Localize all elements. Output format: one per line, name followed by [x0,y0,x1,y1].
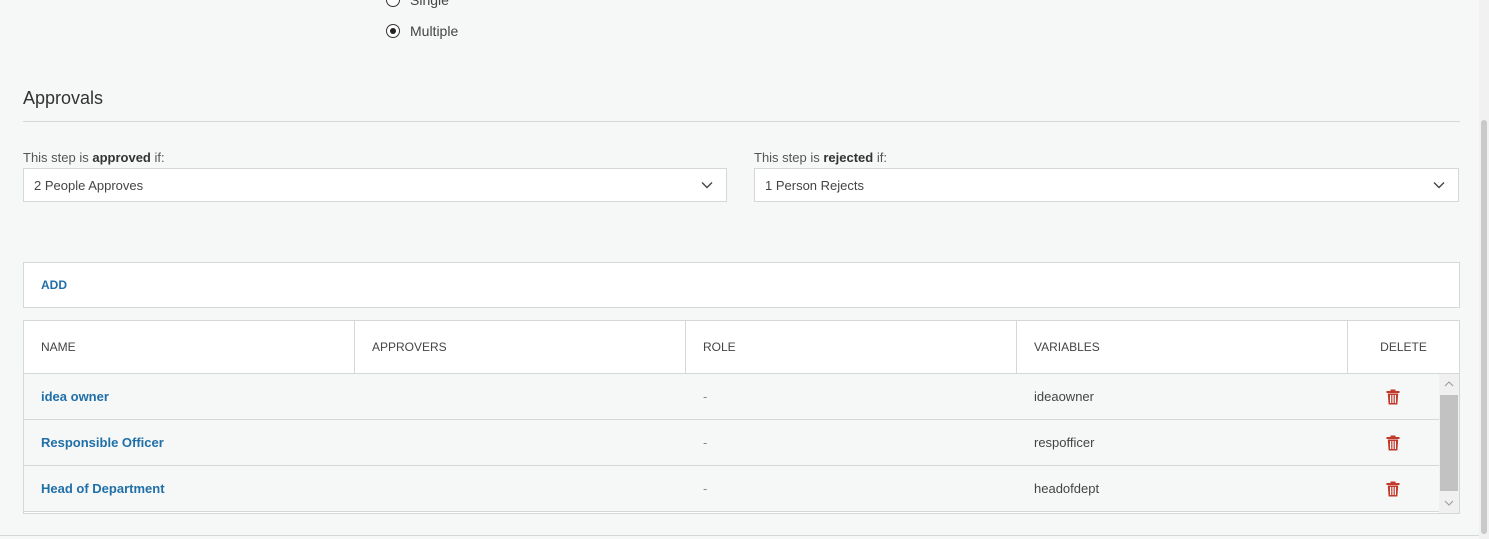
approved-condition-value: 2 People Approves [34,177,144,193]
role-cell: - [703,435,708,450]
table-body: idea owner - ideaowner Responsible Offic… [24,374,1459,513]
radio-multiple-option[interactable]: Multiple [386,23,458,39]
radio-multiple-button[interactable] [386,24,400,38]
approved-label-bold: approved [92,150,151,165]
table-row: Head of Department - headofdept [24,466,1459,512]
approver-name-link[interactable]: Head of Department [24,466,355,511]
table-scrollbar-thumb[interactable] [1440,395,1458,491]
chevron-down-icon[interactable] [700,178,714,192]
rejected-condition-select[interactable]: 1 Person Rejects [754,168,1459,202]
approved-label-suffix: if: [150,150,165,165]
approvers-cell [355,466,686,511]
scroll-up-button[interactable] [1439,374,1459,394]
table-scrollbar[interactable] [1439,374,1459,513]
column-header-delete: DELETE [1380,340,1427,354]
scroll-down-button[interactable] [1439,493,1459,513]
radio-single-option[interactable]: Single [386,0,449,8]
radio-single-button[interactable] [386,0,400,7]
approvers-cell [355,374,686,419]
bottom-divider [0,535,1479,536]
approved-condition-label: This step is approved if: [23,150,165,165]
approvers-cell [355,420,686,465]
column-header-variables[interactable]: VARIABLES [1017,321,1348,373]
table-row: Responsible Officer - respofficer [24,420,1459,466]
column-header-approvers[interactable]: APPROVERS [355,321,686,373]
section-divider [23,121,1460,122]
approved-condition-select[interactable]: 2 People Approves [23,168,727,202]
chevron-down-icon[interactable] [1432,178,1446,192]
chevron-up-icon[interactable] [1443,378,1455,390]
rejected-label-bold: rejected [823,150,874,165]
approved-label-prefix: This step is [23,150,93,165]
variables-cell: headofdept [1034,481,1100,496]
variables-cell: ideaowner [1034,389,1094,404]
approvals-section-title: Approvals [23,88,104,108]
rejected-label-suffix: if: [873,150,887,165]
radio-multiple-label: Multiple [410,23,459,39]
page-scrollbar-thumb[interactable] [1481,120,1487,534]
table-row: idea owner - ideaowner [24,374,1459,420]
rejected-condition-label: This step is rejected if: [754,150,887,165]
add-approver-bar: ADD [23,262,1460,308]
trash-icon[interactable] [1386,435,1400,451]
approvers-table: NAME APPROVERS ROLE VARIABLES DELETE ide… [23,320,1460,514]
chevron-down-icon[interactable] [1443,497,1455,509]
approver-name-link[interactable]: idea owner [24,374,355,419]
rejected-condition-value: 1 Person Rejects [765,177,864,193]
role-cell: - [703,481,708,496]
table-header: NAME APPROVERS ROLE VARIABLES DELETE [24,321,1459,374]
add-approver-button[interactable]: ADD [41,278,67,292]
trash-icon[interactable] [1386,389,1400,405]
approver-name-link[interactable]: Responsible Officer [24,420,355,465]
role-cell: - [703,389,708,404]
page-scrollbar[interactable] [1479,0,1489,539]
approval-step-settings: Single Multiple Approvals This step is a… [0,0,1489,539]
radio-single-label: Single [410,0,449,8]
rejected-label-prefix: This step is [754,150,824,165]
trash-icon[interactable] [1386,481,1400,497]
variables-cell: respofficer [1034,435,1095,450]
column-header-role[interactable]: ROLE [686,321,1017,373]
column-header-name[interactable]: NAME [24,321,355,373]
